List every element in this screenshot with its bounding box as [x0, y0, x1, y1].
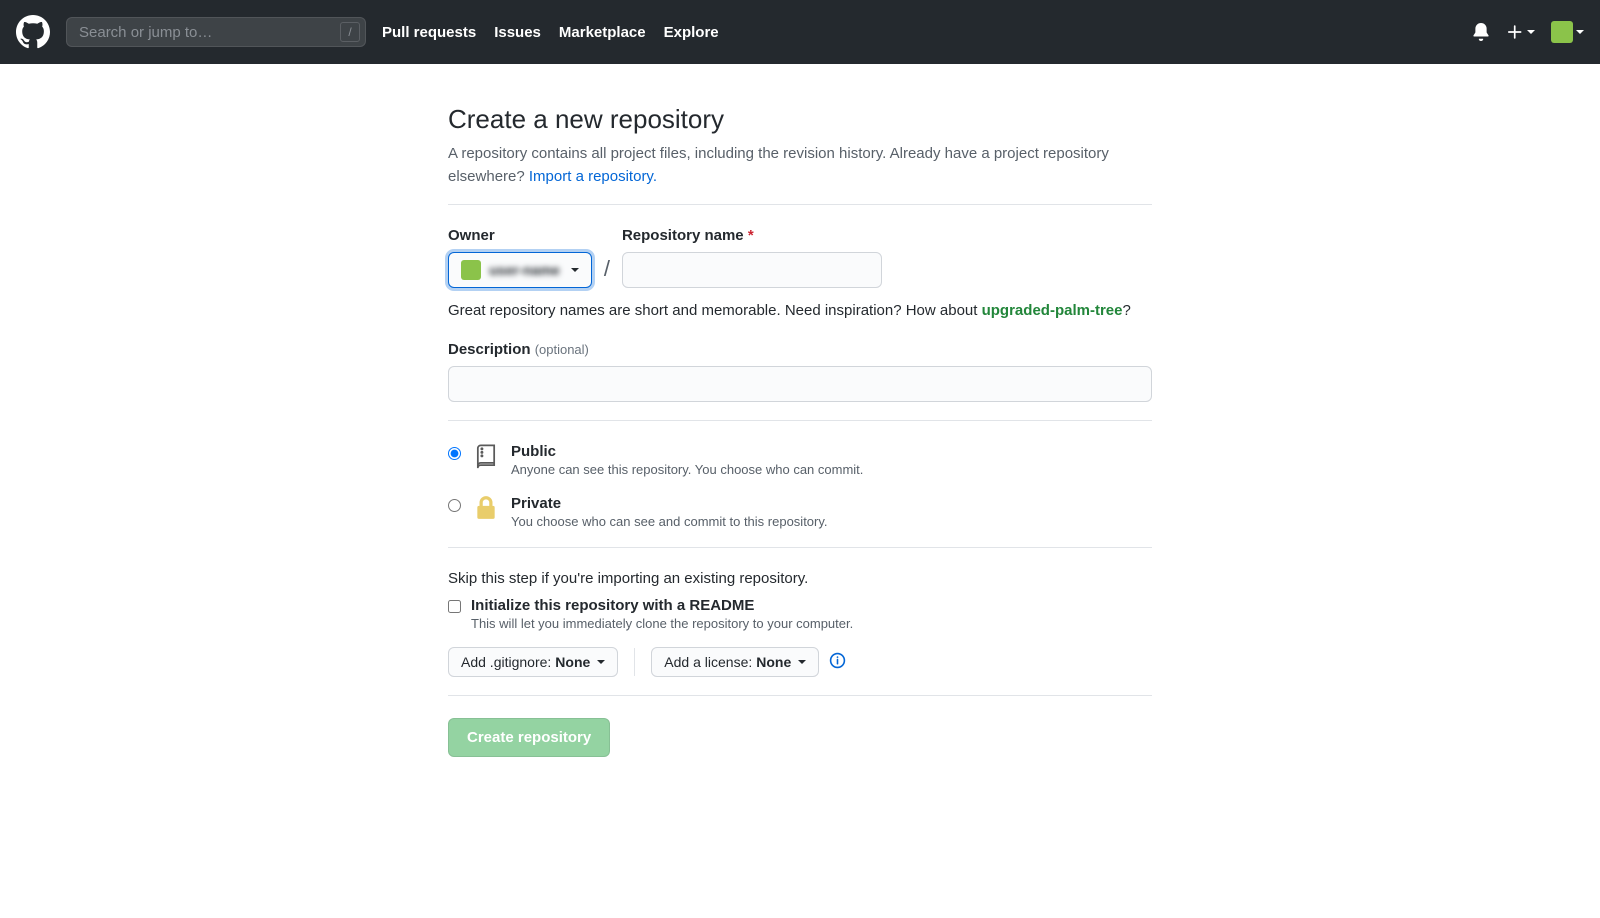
owner-name: user-name: [489, 262, 560, 278]
page-title: Create a new repository: [448, 104, 1152, 135]
slash-separator: /: [602, 256, 612, 288]
search-input[interactable]: [66, 17, 366, 47]
page-subtitle: A repository contains all project files,…: [448, 143, 1152, 188]
readme-text: Initialize this repository with a README…: [471, 597, 853, 631]
readme-row: Initialize this repository with a README…: [448, 597, 1152, 631]
name-section: Owner user-name / Repository name * Grea…: [448, 205, 1152, 420]
plus-icon: [1506, 23, 1524, 41]
visibility-private-row: Private You choose who can see and commi…: [448, 495, 1152, 529]
hint-prefix: Great repository names are short and mem…: [448, 302, 982, 319]
header-right: [1472, 21, 1584, 43]
visibility-section: Public Anyone can see this repository. Y…: [448, 421, 1152, 547]
private-text: Private You choose who can see and commi…: [511, 495, 828, 529]
private-sub: You choose who can see and commit to thi…: [511, 514, 828, 529]
repo-name-label-text: Repository name: [622, 227, 744, 244]
nav-explore[interactable]: Explore: [664, 24, 719, 41]
license-select[interactable]: Add a license: None: [651, 647, 819, 677]
global-header: / Pull requests Issues Marketplace Explo…: [0, 0, 1600, 64]
main-container: Create a new repository A repository con…: [432, 104, 1168, 775]
create-new-button[interactable]: [1506, 23, 1535, 41]
required-asterisk: *: [748, 227, 754, 244]
description-group: Description (optional): [448, 341, 1152, 402]
mark-github-icon: [16, 15, 50, 49]
nav-pull-requests[interactable]: Pull requests: [382, 24, 476, 41]
gitignore-label: Add .gitignore:: [461, 654, 551, 670]
nav-marketplace[interactable]: Marketplace: [559, 24, 646, 41]
lock-icon: [471, 495, 501, 521]
caret-down-icon: [571, 268, 579, 272]
caret-down-icon: [1527, 30, 1535, 34]
hint-suffix: ?: [1122, 302, 1130, 319]
create-repository-button[interactable]: Create repository: [448, 718, 610, 757]
license-value: None: [756, 654, 791, 670]
search-wrap: /: [66, 17, 366, 47]
info-icon: [829, 652, 846, 669]
init-section: Skip this step if you're importing an ex…: [448, 548, 1152, 695]
license-info-icon[interactable]: [829, 652, 846, 672]
public-text: Public Anyone can see this repository. Y…: [511, 443, 863, 477]
owner-group: Owner user-name: [448, 227, 592, 288]
public-title: Public: [511, 443, 863, 460]
caret-down-icon: [1576, 30, 1584, 34]
primary-nav: Pull requests Issues Marketplace Explore: [382, 24, 719, 41]
readme-sub: This will let you immediately clone the …: [471, 616, 853, 631]
addons-row: Add .gitignore: None Add a license: None: [448, 647, 1152, 677]
private-title: Private: [511, 495, 828, 512]
bell-icon: [1472, 23, 1490, 41]
license-label: Add a license:: [664, 654, 752, 670]
vertical-rule: [634, 648, 635, 676]
name-hint: Great repository names are short and mem…: [448, 302, 1152, 319]
description-label-text: Description: [448, 341, 531, 358]
gitignore-value: None: [555, 654, 590, 670]
description-label: Description (optional): [448, 341, 1152, 358]
visibility-public-radio[interactable]: [448, 447, 461, 460]
user-menu-button[interactable]: [1551, 21, 1584, 43]
nav-issues[interactable]: Issues: [494, 24, 541, 41]
caret-down-icon: [597, 660, 605, 664]
repo-name-label: Repository name *: [622, 227, 882, 244]
optional-tag: (optional): [535, 342, 589, 357]
public-sub: Anyone can see this repository. You choo…: [511, 462, 863, 477]
readme-checkbox[interactable]: [448, 600, 461, 613]
visibility-public-row: Public Anyone can see this repository. Y…: [448, 443, 1152, 477]
github-logo[interactable]: [16, 15, 50, 49]
skip-text: Skip this step if you're importing an ex…: [448, 570, 1152, 587]
gitignore-select[interactable]: Add .gitignore: None: [448, 647, 618, 677]
description-input[interactable]: [448, 366, 1152, 402]
visibility-private-radio[interactable]: [448, 499, 461, 512]
owner-select[interactable]: user-name: [448, 252, 592, 288]
notifications-button[interactable]: [1472, 23, 1490, 41]
owner-label: Owner: [448, 227, 592, 244]
repo-icon: [471, 443, 501, 471]
slash-key-hint: /: [340, 22, 360, 42]
submit-section: Create repository: [448, 696, 1152, 775]
name-suggestion[interactable]: upgraded-palm-tree: [982, 302, 1123, 319]
import-repository-link[interactable]: Import a repository.: [529, 168, 657, 185]
repo-name-group: Repository name *: [622, 227, 882, 288]
owner-avatar: [461, 260, 481, 280]
caret-down-icon: [798, 660, 806, 664]
readme-title: Initialize this repository with a README: [471, 597, 853, 614]
repo-name-input[interactable]: [622, 252, 882, 288]
avatar: [1551, 21, 1573, 43]
